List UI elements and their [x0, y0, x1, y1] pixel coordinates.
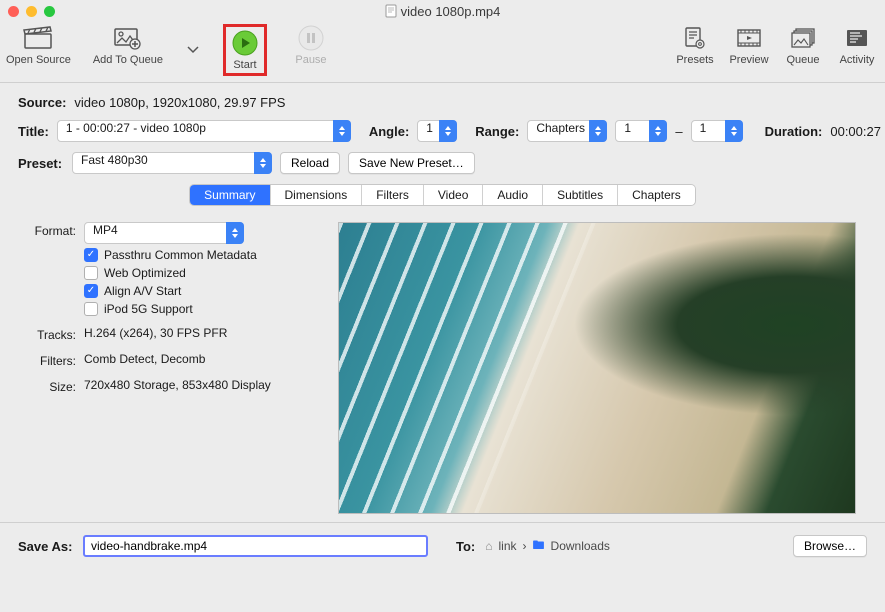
pause-icon: [298, 24, 324, 52]
tab-video[interactable]: Video: [424, 185, 483, 205]
source-value: video 1080p, 1920x1080, 29.97 FPS: [74, 95, 285, 110]
path-sep: ›: [523, 539, 527, 553]
preview-button[interactable]: Preview: [727, 24, 771, 66]
tab-dimensions[interactable]: Dimensions: [271, 185, 363, 205]
range-label: Range:: [475, 124, 519, 139]
angle-value: 1: [417, 120, 457, 142]
size-label: Size:: [18, 378, 76, 394]
add-to-queue-label: Add To Queue: [93, 54, 163, 66]
open-source-button[interactable]: Open Source: [6, 24, 71, 76]
window-title: video 1080p.mp4: [401, 4, 501, 19]
range-dash: –: [675, 124, 682, 139]
checkbox-icon: [84, 266, 98, 280]
add-to-queue-menu-button[interactable]: [185, 24, 201, 76]
range-to-select[interactable]: 1: [691, 120, 743, 142]
start-label: Start: [233, 59, 256, 71]
presets-label: Presets: [676, 54, 713, 66]
checkbox-icon: [84, 302, 98, 316]
filters-label: Filters:: [18, 352, 76, 368]
tab-filters[interactable]: Filters: [362, 185, 424, 205]
range-from-select[interactable]: 1: [615, 120, 667, 142]
preview-thumbnail: [338, 222, 856, 514]
tracks-value: H.264 (x264), 30 FPS PFR: [84, 326, 227, 340]
destination-path[interactable]: ⌂ link › 🖿 Downloads: [485, 536, 610, 557]
queue-button[interactable]: Queue: [781, 24, 825, 66]
save-new-preset-button[interactable]: Save New Preset…: [348, 152, 475, 174]
title-label: Title:: [18, 124, 49, 139]
close-window-button[interactable]: [8, 6, 19, 17]
path-link: link: [499, 539, 517, 553]
save-as-label: Save As:: [18, 539, 73, 554]
duration-value: 00:00:27: [830, 124, 881, 139]
tab-subtitles[interactable]: Subtitles: [543, 185, 618, 205]
pause-label: Pause: [295, 54, 326, 66]
home-icon: ⌂: [485, 539, 492, 553]
document-gear-icon: [683, 24, 707, 52]
zoom-window-button[interactable]: [44, 6, 55, 17]
tab-summary[interactable]: Summary: [190, 185, 270, 205]
queue-label: Queue: [786, 54, 819, 66]
to-label: To:: [456, 539, 475, 554]
pause-button: Pause: [289, 24, 333, 76]
angle-label: Angle:: [369, 124, 409, 139]
titlebar: video 1080p.mp4: [0, 0, 885, 22]
play-icon: [232, 29, 258, 57]
ipod-check[interactable]: iPod 5G Support: [84, 302, 310, 316]
presets-button[interactable]: Presets: [673, 24, 717, 66]
open-source-label: Open Source: [6, 54, 71, 66]
size-value: 720x480 Storage, 853x480 Display: [84, 378, 271, 392]
title-select[interactable]: 1 - 00:00:27 - video 1080p: [57, 120, 351, 142]
preset-label: Preset:: [18, 156, 64, 171]
ipod-label: iPod 5G Support: [104, 302, 193, 316]
filters-value: Comb Detect, Decomb: [84, 352, 205, 366]
duration-label: Duration:: [765, 124, 823, 139]
stacked-pictures-icon: [790, 24, 816, 52]
checkbox-checked-icon: [84, 248, 98, 262]
tracks-label: Tracks:: [18, 326, 76, 342]
filmstrip-play-icon: [736, 24, 762, 52]
range-mode-select[interactable]: Chapters: [527, 120, 607, 142]
source-label: Source:: [18, 95, 66, 110]
tab-audio[interactable]: Audio: [483, 185, 543, 205]
tabbar: Summary Dimensions Filters Video Audio S…: [189, 184, 696, 206]
web-optimized-check[interactable]: Web Optimized: [84, 266, 310, 280]
start-button[interactable]: Start: [223, 24, 267, 76]
add-to-queue-button[interactable]: Add To Queue: [93, 24, 163, 76]
browse-button[interactable]: Browse…: [793, 535, 867, 557]
format-select[interactable]: MP4: [84, 222, 244, 244]
tab-chapters[interactable]: Chapters: [618, 185, 695, 205]
save-as-input[interactable]: [83, 535, 428, 557]
toolbar: Open Source Add To Queue Start Pause: [0, 22, 885, 83]
reload-button[interactable]: Reload: [280, 152, 340, 174]
terminal-icon: [845, 24, 869, 52]
chevron-down-icon: [187, 36, 199, 64]
preset-value: Fast 480p30: [72, 152, 272, 174]
passthru-check[interactable]: Passthru Common Metadata: [84, 248, 310, 262]
align-av-check[interactable]: Align A/V Start: [84, 284, 310, 298]
activity-label: Activity: [840, 54, 875, 66]
folder-icon: 🖿: [533, 536, 545, 557]
range-mode-value: Chapters: [527, 120, 607, 142]
passthru-label: Passthru Common Metadata: [104, 248, 257, 262]
preset-select[interactable]: Fast 480p30: [72, 152, 272, 174]
title-select-value: 1 - 00:00:27 - video 1080p: [57, 120, 351, 142]
av-label: Align A/V Start: [104, 284, 181, 298]
format-label: Format:: [18, 222, 76, 238]
checkbox-checked-icon: [84, 284, 98, 298]
window-controls: [8, 6, 55, 17]
picture-plus-icon: [113, 24, 143, 52]
range-from-value: 1: [615, 120, 667, 142]
clapperboard-icon: [23, 24, 53, 52]
preview-label: Preview: [729, 54, 768, 66]
web-label: Web Optimized: [104, 266, 186, 280]
format-value: MP4: [84, 222, 244, 244]
minimize-window-button[interactable]: [26, 6, 37, 17]
path-downloads: Downloads: [551, 539, 610, 553]
angle-select[interactable]: 1: [417, 120, 457, 142]
range-to-value: 1: [691, 120, 743, 142]
document-icon: [385, 4, 397, 18]
activity-button[interactable]: Activity: [835, 24, 879, 66]
